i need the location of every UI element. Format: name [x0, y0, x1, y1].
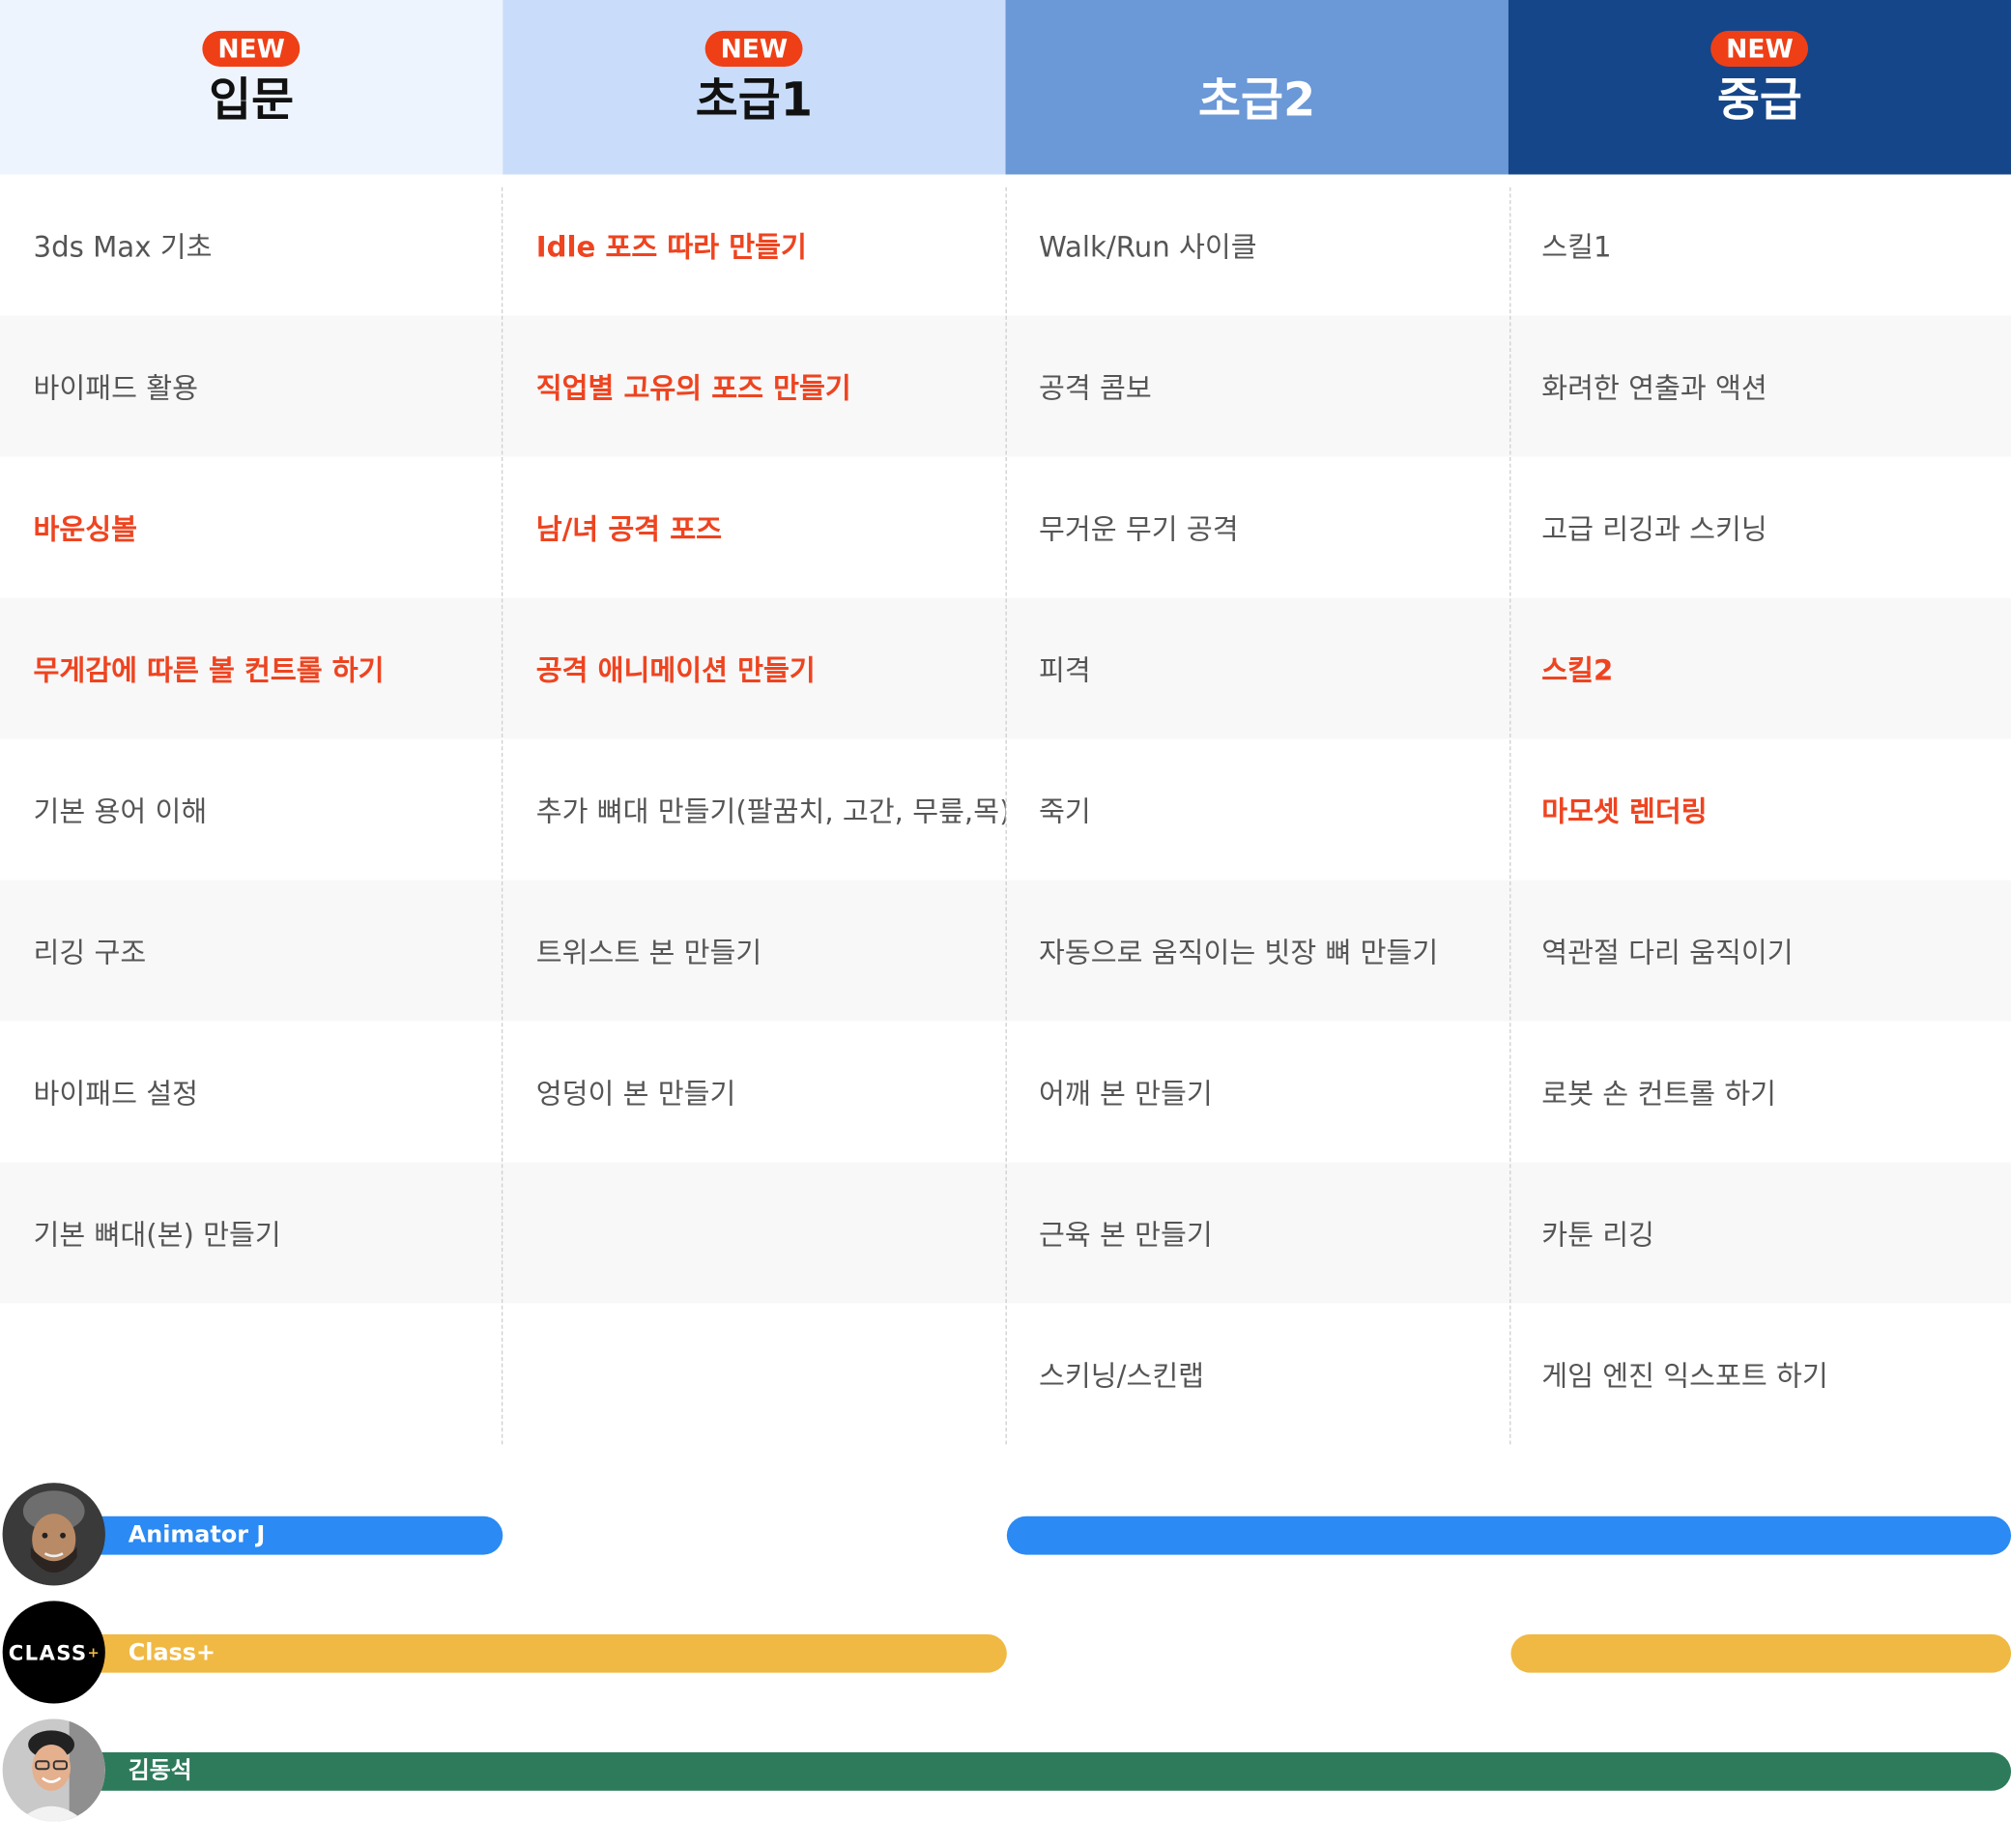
lesson-cell: 스킬1 — [1541, 232, 1612, 265]
lesson-cell: Walk/Run 사이클 — [1039, 232, 1257, 265]
lesson-cell: 추가 뼈대 만들기(팔꿈치, 고간, 무릎,목) — [535, 796, 1006, 829]
column-divider — [1509, 187, 1511, 1445]
level-header-elementary-1: NEW 초급1 — [503, 0, 1006, 175]
person-photo-icon — [2, 1718, 105, 1822]
level-header: NEW 입문 NEW 초급1 초급2 NEW 중급 — [0, 0, 2011, 175]
lesson-cell: 카툰 리깅 — [1541, 1220, 1655, 1253]
lesson-cell: 로봇 손 컨트롤 하기 — [1541, 1079, 1777, 1112]
lesson-cell: 자동으로 움직이는 빗장 뼈 만들기 — [1039, 938, 1439, 970]
instructor-name: Class+ — [128, 1639, 216, 1667]
lesson-cell: 공격 콤보 — [1039, 373, 1152, 406]
lesson-cell — [503, 1303, 1005, 1444]
lesson-cell: 기본 용어 이해 — [33, 796, 208, 829]
level-header-intermediate: NEW 중급 — [1508, 0, 2011, 175]
instructor-name: 김동석 — [128, 1757, 192, 1785]
lesson-cell: 스킬2 — [1541, 655, 1614, 688]
instructor-bar-beginner — [51, 1516, 503, 1555]
lesson-cell: 화려한 연출과 액션 — [1541, 373, 1767, 406]
instructor-bar-intermediate — [1510, 1633, 2011, 1673]
instructor-bar-elementary2-intermediate — [1006, 1516, 2011, 1555]
lesson-cell: 피격 — [1039, 655, 1091, 688]
instructor-bar-all-levels — [51, 1751, 2011, 1791]
class-logo-plus: + — [87, 1643, 100, 1661]
class-logo-text: CLASS — [8, 1639, 88, 1665]
lesson-cell: 직업별 고유의 포즈 만들기 — [535, 373, 851, 406]
lesson-cell: 어깨 본 만들기 — [1039, 1079, 1213, 1112]
lesson-cell: 무게감에 따른 볼 컨트롤 하기 — [33, 655, 385, 688]
lesson-cell — [0, 1303, 503, 1444]
kim-dongseok-avatar — [2, 1718, 105, 1822]
animator-j-avatar — [2, 1483, 105, 1586]
class-plus-logo: CLASS + — [2, 1601, 105, 1704]
lesson-cell: 무거운 무기 공격 — [1039, 514, 1239, 547]
lesson-cell: 마모셋 렌더링 — [1541, 796, 1708, 829]
level-header-beginner: NEW 입문 — [0, 0, 503, 175]
lesson-cell: 공격 애니메이션 만들기 — [535, 655, 816, 688]
lesson-cell — [503, 1162, 1005, 1303]
level-title: 초급2 — [1198, 73, 1316, 128]
lesson-cell: 죽기 — [1039, 796, 1091, 829]
column-divider — [501, 187, 503, 1445]
lesson-cell: 바이패드 설정 — [33, 1079, 198, 1112]
lesson-cell: 엉덩이 본 만들기 — [535, 1079, 736, 1112]
lesson-cell: 고급 리깅과 스키닝 — [1541, 514, 1767, 547]
lesson-cell: 리깅 구조 — [33, 938, 147, 970]
lesson-cell: 3ds Max 기초 — [33, 232, 213, 265]
lesson-cell: 근육 본 만들기 — [1039, 1220, 1213, 1253]
curriculum-table: NEW 입문 NEW 초급1 초급2 NEW 중급 3ds Max 기초 Idl… — [0, 0, 2011, 1834]
lesson-cell: 남/녀 공격 포즈 — [535, 514, 722, 547]
level-header-elementary-2: 초급2 — [1005, 0, 1508, 175]
column-divider — [1005, 187, 1007, 1445]
lesson-cell: 역관절 다리 움직이기 — [1541, 938, 1794, 970]
lesson-cell: 게임 엔진 익스포트 하기 — [1541, 1361, 1828, 1394]
level-title: 입문 — [209, 73, 295, 128]
new-badge: NEW — [1710, 30, 1809, 68]
new-badge: NEW — [202, 30, 301, 68]
lesson-cell: 스키닝/스킨랩 — [1039, 1361, 1205, 1394]
lesson-cell: 트위스트 본 만들기 — [535, 938, 762, 970]
lesson-cell: Idle 포즈 따라 만들기 — [535, 232, 807, 265]
level-title: 초급1 — [695, 73, 813, 128]
lesson-cell: 바운싱볼 — [33, 514, 137, 547]
lesson-cell: 기본 뼈대(본) 만들기 — [33, 1220, 281, 1253]
person-photo-icon — [2, 1483, 105, 1586]
instructor-name: Animator J — [128, 1521, 266, 1548]
level-title: 중급 — [1716, 73, 1802, 128]
lesson-cell: 바이패드 활용 — [33, 373, 198, 406]
new-badge: NEW — [704, 30, 804, 68]
